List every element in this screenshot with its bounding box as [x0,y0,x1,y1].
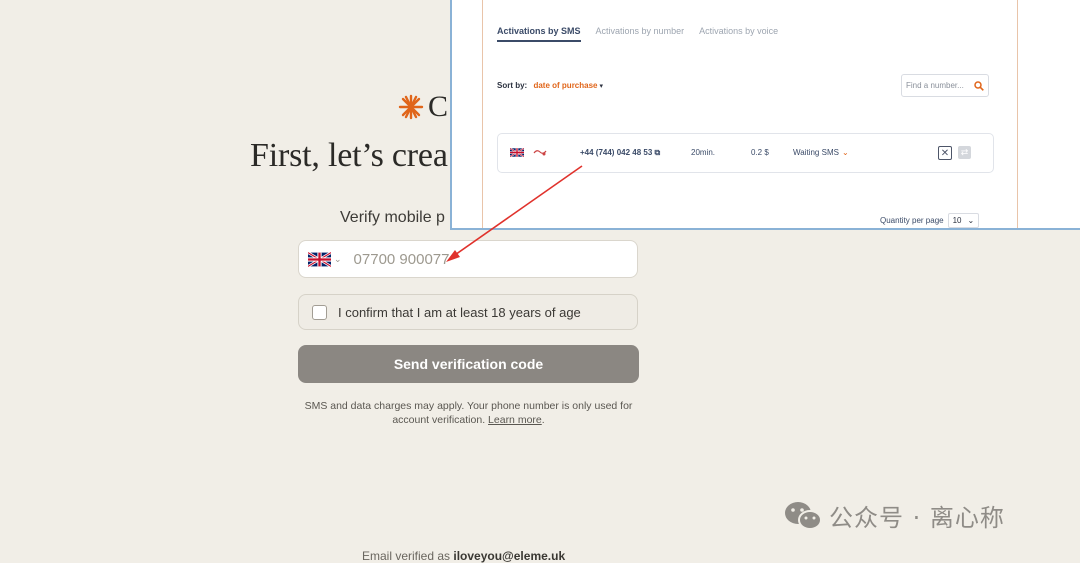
caret-down-icon: ▾ [599,83,603,90]
logo-text: C [428,90,449,123]
copy-icon[interactable]: ⧉ [655,148,661,157]
status-text: Waiting SMS [793,148,839,157]
activation-price: 0.2 $ [751,148,769,157]
find-number-placeholder: Find a number... [906,81,964,90]
cancel-activation-button[interactable]: ✕ [938,146,952,160]
quantity-select[interactable]: 10 ⌄ [947,213,980,228]
activation-time: 20min. [691,148,716,157]
activation-status[interactable]: Waiting SMS ⌄ [793,148,849,157]
activation-tabs: Activations by SMS Activations by number… [497,26,778,42]
phone-field: ⌄ [298,240,638,278]
activation-row: +44 (744) 042 48 53 ⧉ 20min. 0.2 $ Waiti… [497,133,994,173]
watermark: 公众号 · 离心称 [783,498,1005,533]
disclaimer-text: SMS and data charges may apply. Your pho… [298,399,639,427]
chevron-down-icon: ⌄ [841,148,849,157]
email-verified-line: Email verified as iloveyou@eleme.uk [362,549,565,563]
disclaimer-period: . [541,414,545,426]
chevron-down-icon: ⌄ [967,216,975,225]
uk-flag-icon [510,148,524,157]
service-icon [533,150,547,156]
learn-more-link[interactable]: Learn more [488,414,542,426]
page-title: First, let’s crea [250,137,448,174]
sort-bar: Sort by: date of purchase ▾ [497,81,603,90]
email-verified-prefix: Email verified as [362,549,454,563]
chevron-down-icon: ⌄ [334,253,342,264]
email-address: iloveyou@eleme.uk [453,549,566,563]
logo: C [398,92,448,122]
age-confirm-box[interactable]: I confirm that I am at least 18 years of… [298,294,638,330]
quantity-value: 10 [952,216,962,225]
find-number-input[interactable]: Find a number... [901,74,989,97]
watermark-text: 公众号 · 离心称 [829,504,1005,532]
phone-number-input[interactable] [351,249,606,269]
age-confirm-checkbox[interactable] [312,304,327,320]
asterisk-logo-icon [398,94,424,120]
age-confirm-label: I confirm that I am at least 18 years of… [338,304,581,320]
quantity-per-page: Quantity per page 10 ⌄ [880,213,980,228]
repeat-activation-button[interactable]: ⇄ [958,146,971,159]
verify-mobile-label: Verify mobile p [340,209,445,226]
tab-activations-voice[interactable]: Activations by voice [699,26,778,42]
search-icon [974,80,984,91]
quantity-label: Quantity per page [880,216,944,225]
phone-number-text: +44 (744) 042 48 53 [580,148,653,157]
disclaimer-body: SMS and data charges may apply. Your pho… [304,400,633,426]
sort-label: Sort by: [497,81,528,90]
phone-number: +44 (744) 042 48 53 ⧉ [580,148,660,158]
sort-dropdown[interactable]: date of purchase [533,81,597,90]
send-verification-button[interactable]: Send verification code [298,345,639,383]
uk-flag-icon [308,251,331,267]
wechat-icon [785,501,822,530]
sms-activation-panel: Activations by SMS Activations by number… [450,0,1080,230]
tab-activations-number[interactable]: Activations by number [596,26,685,42]
tab-activations-sms[interactable]: Activations by SMS [497,26,581,42]
country-selector[interactable]: ⌄ [308,251,342,267]
